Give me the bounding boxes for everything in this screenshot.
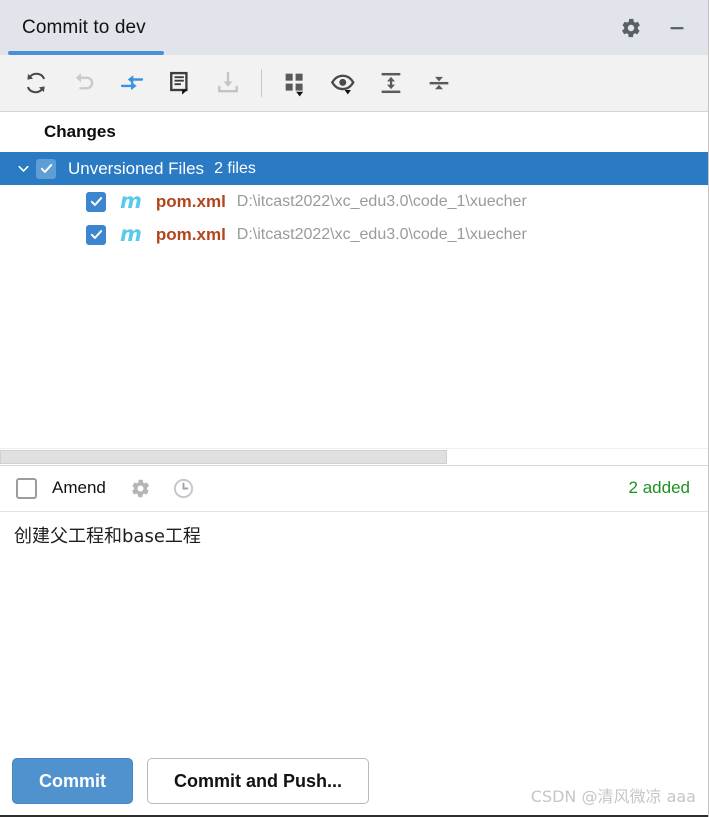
expand-all-icon[interactable]: [369, 61, 413, 105]
file-path: D:\itcast2022\xc_edu3.0\code_1\xuecher: [236, 225, 527, 243]
collapse-all-icon[interactable]: [417, 61, 461, 105]
commit-and-push-button[interactable]: Commit and Push...: [147, 758, 370, 805]
scrollbar-thumb[interactable]: [0, 449, 447, 464]
preview-icon[interactable]: [321, 61, 365, 105]
tab-active-underline: [8, 51, 164, 55]
amend-label: Amend: [52, 478, 106, 498]
gear-icon[interactable]: [618, 15, 644, 41]
status-badge: 2 added: [628, 478, 690, 498]
show-diff-icon[interactable]: [158, 61, 202, 105]
changes-toolbar: [0, 55, 708, 112]
commit-message-text: 创建父工程和base工程: [14, 525, 201, 547]
horizontal-scrollbar[interactable]: [0, 447, 708, 465]
maven-m-icon: m: [120, 222, 142, 246]
rollback-icon: [62, 61, 106, 105]
group-checkbox[interactable]: [36, 158, 56, 179]
move-to-another-changelist-icon: [206, 61, 250, 105]
tool-window-titlebar: Commit to dev: [0, 0, 708, 55]
commit-tool-window: Commit to dev Changes Unversioned Files …: [0, 0, 709, 817]
chevron-down-icon[interactable]: [10, 160, 36, 177]
table-row[interactable]: m pom.xml D:\itcast2022\xc_edu3.0\code_1…: [0, 185, 708, 218]
shelve-silently-icon[interactable]: [110, 61, 154, 105]
clock-icon[interactable]: [171, 475, 197, 501]
minimize-icon[interactable]: [664, 15, 690, 41]
refresh-icon[interactable]: [14, 61, 58, 105]
gear-icon[interactable]: [128, 475, 154, 501]
titlebar-actions: [618, 15, 708, 41]
tree-group-unversioned-files[interactable]: Unversioned Files 2 files: [0, 152, 708, 185]
tab-label: Commit to dev: [22, 16, 146, 38]
commit-message-input[interactable]: 创建父工程和base工程: [0, 511, 708, 746]
tab-commit-to-dev[interactable]: Commit to dev: [0, 0, 172, 55]
file-name: pom.xml: [155, 191, 226, 211]
amend-checkbox[interactable]: [16, 477, 37, 499]
file-checkbox[interactable]: [86, 191, 106, 212]
toolbar-separator: [261, 69, 262, 97]
page-title: Changes: [44, 122, 116, 141]
group-label: Unversioned Files: [68, 158, 205, 178]
file-checkbox[interactable]: [86, 224, 106, 245]
amend-bar: Amend 2 added: [0, 464, 708, 512]
file-path: D:\itcast2022\xc_edu3.0\code_1\xuecher: [236, 192, 527, 210]
changes-tree[interactable]: Unversioned Files 2 files m pom.xml D:\i…: [0, 152, 708, 448]
changes-section-header: Changes: [0, 112, 708, 152]
group-file-count: 2 files: [214, 159, 256, 177]
watermark: CSDN @清风微凉 aaa: [530, 787, 696, 807]
file-name: pom.xml: [155, 224, 226, 244]
table-row[interactable]: m pom.xml D:\itcast2022\xc_edu3.0\code_1…: [0, 218, 708, 251]
action-bar: Commit Commit and Push... CSDN @清风微凉 aaa: [0, 745, 708, 817]
group-by-icon[interactable]: [273, 61, 317, 105]
maven-m-icon: m: [120, 189, 142, 213]
commit-button[interactable]: Commit: [12, 758, 133, 805]
amend-icon-group: [128, 475, 197, 501]
